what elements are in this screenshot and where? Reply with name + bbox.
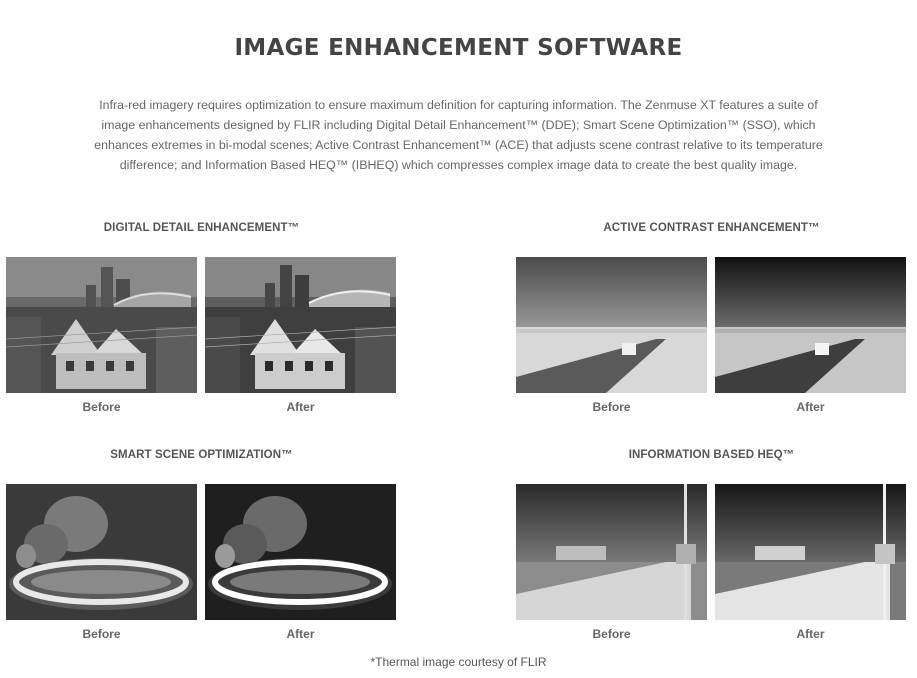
dde-before-image	[6, 257, 197, 393]
intro-paragraph: Infra-red imagery requires optimization …	[94, 98, 823, 172]
footnote: *Thermal image courtesy of FLIR	[370, 655, 547, 669]
ace-after-caption: After	[796, 400, 825, 414]
ibheq-before-image	[516, 484, 707, 620]
ace-before-image	[516, 257, 707, 393]
sso-before-image	[6, 484, 197, 620]
ibheq-before-caption: Before	[592, 627, 631, 641]
dde-after-image	[205, 257, 396, 393]
ibheq-after-image	[715, 484, 906, 620]
section-title-ace: ACTIVE CONTRAST ENHANCEMENT™	[603, 222, 820, 234]
sso-before-caption: Before	[82, 627, 121, 641]
section-title-sso: SMART SCENE OPTIMIZATION™	[110, 449, 293, 461]
ace-after-image	[715, 257, 906, 393]
section-title-ibheq: INFORMATION BASED HEQ™	[628, 449, 795, 461]
dde-after-caption: After	[286, 400, 315, 414]
ace-before-caption: Before	[592, 400, 631, 414]
ibheq-after-caption: After	[796, 627, 825, 641]
section-title-dde: DIGITAL DETAIL ENHANCEMENT™	[103, 222, 300, 234]
dde-before-caption: Before	[82, 400, 121, 414]
sso-after-caption: After	[286, 627, 315, 641]
page-title: IMAGE ENHANCEMENT SOFTWARE	[234, 35, 683, 61]
sso-after-image	[205, 484, 396, 620]
